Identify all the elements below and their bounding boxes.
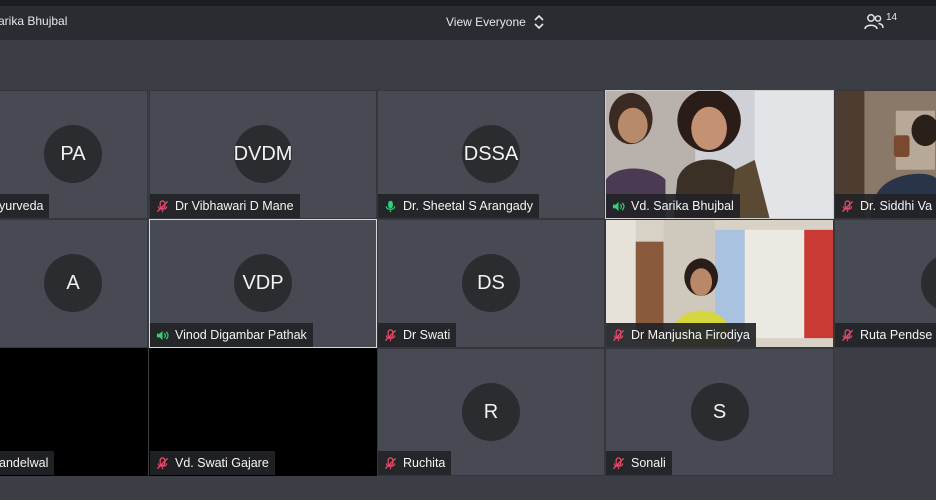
participant-name-tag: Vd. Swati Gajare [150,451,275,475]
participant-tile[interactable]: R Ruchita [377,348,605,476]
chevron-updown-icon [534,14,544,30]
participant-name: andelwal [0,456,49,470]
participant-name: Sonali [631,456,666,470]
participant-name-tag: Dr Swati [378,323,457,347]
mic-muted-icon [612,456,625,469]
participant-name: Dr. Siddhi Va [860,199,933,213]
participant-tile[interactable]: DVDM Dr Vibhawari D Mane [149,90,377,219]
participant-tile[interactable]: R Ruta Pendse [834,219,936,348]
participants-button[interactable]: 14 [864,12,897,32]
participant-tile[interactable]: PA yurveda [0,90,148,219]
avatar: S [690,383,749,441]
mic-muted-icon [612,328,625,341]
participant-name: Vd. Swati Gajare [175,456,269,470]
participant-name: Dr Swati [403,328,451,342]
participant-tile[interactable]: DSSA Dr. Sheetal S Arangady [377,90,605,219]
speaker-active-icon [612,201,625,211]
mic-muted-icon [384,456,397,469]
avatar: DS [462,254,520,312]
participant-name-tag: Ruta Pendse [835,323,936,347]
participant-name-tag: Ruchita [378,451,452,475]
participant-tile[interactable]: S Sonali [605,348,834,476]
people-icon [864,14,884,30]
participant-tile[interactable]: A [0,219,148,348]
participant-tile[interactable]: Dr. Siddhi Va [834,90,936,219]
participant-tile[interactable]: Vd. Swati Gajare [149,348,377,476]
participant-name: Ruta Pendse [860,328,933,342]
mic-muted-icon [384,328,397,341]
participant-name: Dr Vibhawari D Mane [175,199,294,213]
video-gallery: PA yurveda DVDM Dr Vibhawari D Mane DSSA… [0,40,936,500]
participant-name-tag: Sonali [606,451,672,475]
participant-tile[interactable]: andelwal [0,348,148,476]
participant-tile[interactable]: Dr Manjusha Firodiya [605,219,834,348]
participant-tile[interactable]: DS Dr Swati [377,219,605,348]
participant-name: yurveda [0,199,44,213]
avatar: VDP [234,254,292,312]
participant-name: Vd. Sarika Bhujbal [631,199,734,213]
participant-name-tag: Dr Vibhawari D Mane [150,194,300,218]
participant-count: 14 [886,12,898,23]
avatar: R [462,383,520,441]
participant-name: Dr. Sheetal S Arangady [403,199,533,213]
mic-muted-icon [841,199,854,212]
participant-tile[interactable]: Vd. Sarika Bhujbal [605,90,834,219]
avatar: DSSA [462,125,520,183]
mic-muted-icon [156,456,169,469]
participant-name-tag: Dr. Sheetal S Arangady [378,194,539,218]
mic-muted-icon [156,199,169,212]
participant-name-tag: andelwal [0,451,55,475]
avatar: DVDM [234,125,292,183]
view-selector-label: View Everyone [446,15,526,29]
participant-name-tag: Vd. Sarika Bhujbal [606,194,740,218]
avatar: R [921,254,936,312]
speaker-active-icon [156,330,169,340]
participant-name-tag: Dr. Siddhi Va [835,194,936,218]
participant-name-tag: yurveda [0,194,50,218]
participant-name: Dr Manjusha Firodiya [631,328,750,342]
participant-name: Ruchita [403,456,446,470]
meeting-header: arika Bhujbal View Everyone 14 [0,0,936,40]
mic-icon [385,200,396,212]
participant-name-tag: Dr Manjusha Firodiya [606,323,756,347]
view-selector[interactable]: View Everyone [446,14,544,30]
meeting-title: arika Bhujbal [0,14,68,28]
participant-tile[interactable]: VDP Vinod Digambar Pathak [149,219,377,348]
participant-name-tag: Vinod Digambar Pathak [150,323,313,347]
participant-name: Vinod Digambar Pathak [175,328,307,342]
avatar: PA [44,125,102,183]
mic-muted-icon [841,328,854,341]
avatar: A [44,254,102,312]
